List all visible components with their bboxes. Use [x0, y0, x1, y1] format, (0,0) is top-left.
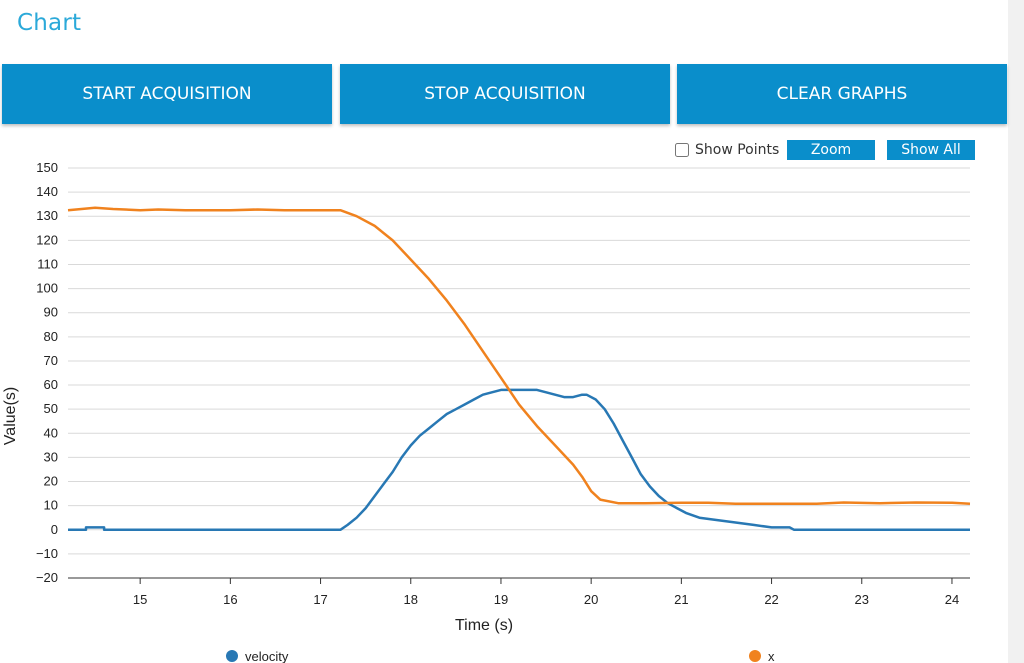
y-tick-label: 40: [44, 425, 58, 440]
x-tick-label: 20: [584, 592, 598, 607]
start-acquisition-button[interactable]: START ACQUISITION: [2, 64, 332, 124]
show-all-button[interactable]: Show All: [887, 140, 975, 160]
chart-grid: [68, 167, 970, 579]
y-tick-label: 80: [44, 329, 58, 344]
legend-label-x[interactable]: x: [768, 649, 775, 663]
y-tick-label: −20: [36, 570, 58, 585]
series-line-x: [67, 206, 971, 505]
x-tick-label: 19: [494, 592, 508, 607]
page-title: Chart: [17, 10, 82, 36]
x-tick-label: 23: [855, 592, 869, 607]
series-line-velocity: [68, 388, 970, 532]
zoom-button[interactable]: Zoom: [787, 140, 875, 160]
y-tick-label: 140: [36, 184, 58, 199]
x-tick-label: 18: [404, 592, 418, 607]
y-tick-label: 70: [44, 353, 58, 368]
x-tick-label: 22: [764, 592, 778, 607]
scrollbar-track[interactable]: [1008, 0, 1024, 663]
y-tick-label: 60: [44, 377, 58, 392]
y-tick-label: 0: [51, 522, 58, 537]
x-axis-ticks: 15 16 17 18 19 20 21 22 23 24: [133, 578, 959, 607]
show-points-label: Show Points: [695, 142, 780, 158]
y-axis-ticks: −20 −10 0 10 20 30 40 50 60 70 80 90 100 110 120 130 140…: [36, 160, 58, 585]
x-tick-label: 16: [223, 592, 237, 607]
y-tick-label: −10: [36, 546, 58, 561]
x-tick-label: 17: [313, 592, 327, 607]
y-tick-label: 120: [36, 232, 58, 247]
x-axis-title: Time (s): [455, 617, 513, 634]
x-tick-label: 24: [945, 592, 959, 607]
line-chart[interactable]: −20 −10 0 10 20 30 40 50 60 70 80 90 100 110 120 130 140…: [0, 160, 1000, 663]
y-tick-label: 100: [36, 281, 58, 296]
legend-marker-x[interactable]: [749, 650, 761, 662]
y-tick-label: 150: [36, 160, 58, 175]
y-axis-title: Value(s): [2, 387, 19, 445]
legend-label-velocity[interactable]: velocity: [245, 649, 289, 663]
y-tick-label: 110: [37, 256, 58, 271]
x-tick-label: 21: [674, 592, 688, 607]
legend-marker-velocity[interactable]: [226, 650, 238, 662]
y-tick-label: 20: [44, 474, 58, 489]
clear-graphs-button[interactable]: CLEAR GRAPHS: [677, 64, 1007, 124]
y-tick-label: 10: [44, 498, 58, 513]
y-tick-label: 90: [44, 305, 58, 320]
stop-acquisition-button[interactable]: STOP ACQUISITION: [340, 64, 670, 124]
chart-legend: velocity x: [226, 649, 775, 663]
show-points-checkbox[interactable]: [675, 143, 689, 157]
y-tick-label: 50: [44, 401, 58, 416]
x-tick-label: 15: [133, 592, 147, 607]
y-tick-label: 130: [36, 208, 58, 223]
y-tick-label: 30: [44, 449, 58, 464]
